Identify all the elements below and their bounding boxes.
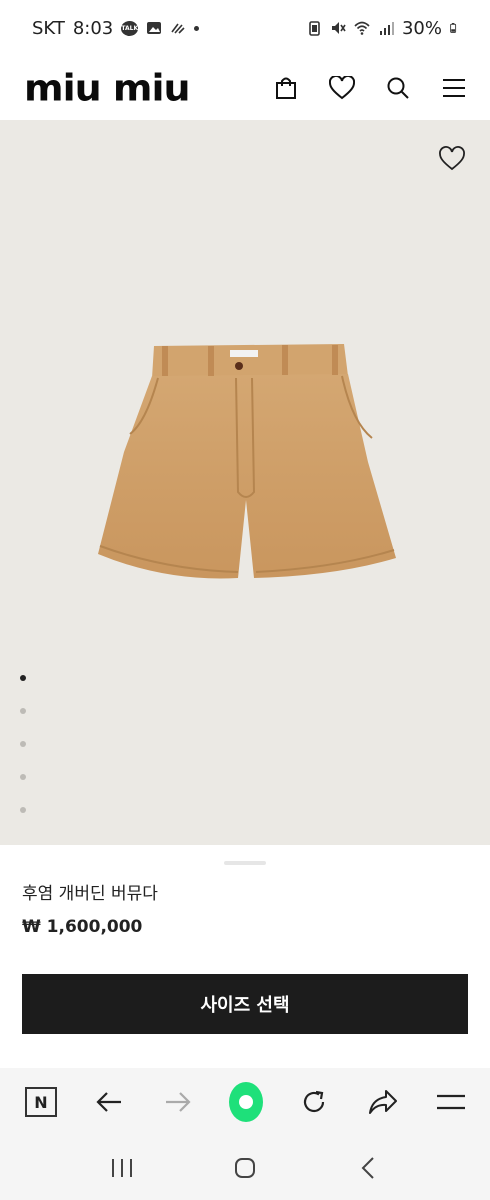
wifi-icon: [354, 21, 370, 35]
share-icon: [368, 1090, 397, 1114]
back-button[interactable]: [92, 1085, 126, 1119]
heart-icon: [439, 146, 465, 171]
battery-percent: 30%: [401, 17, 442, 39]
notification-dot-icon: [194, 25, 200, 31]
search-icon: [387, 77, 409, 99]
shorts-image: [98, 344, 396, 579]
heart-icon: [329, 76, 355, 100]
battery-icon: [450, 23, 457, 33]
status-time: 8:03: [72, 17, 114, 39]
drawer-handle[interactable]: [224, 861, 266, 865]
talk-icon: TALK: [121, 20, 139, 36]
product-name: 후염 개버딘 버뮤다: [22, 884, 158, 904]
carousel-dot[interactable]: [20, 675, 26, 681]
forward-arrow-icon: [165, 1092, 191, 1112]
header-actions: [272, 74, 468, 102]
home-button[interactable]: [228, 1082, 263, 1122]
menu-icon: [436, 1094, 465, 1110]
select-size-button[interactable]: 사이즈 선택: [22, 974, 468, 1034]
naver-icon: N: [25, 1087, 57, 1117]
status-bar: SKT 8:03 TALK 30%: [0, 0, 490, 56]
carrier-label: SKT: [32, 17, 65, 39]
refresh-icon: [304, 1090, 325, 1113]
system-nav-bar: [0, 1136, 490, 1200]
menu-button[interactable]: [440, 74, 468, 102]
product-gallery[interactable]: [0, 120, 490, 845]
recent-apps-button[interactable]: [107, 1153, 137, 1183]
browser-toolbar: N: [0, 1068, 490, 1136]
search-button[interactable]: [384, 74, 412, 102]
mute-icon: [331, 22, 346, 34]
back-arrow-icon: [96, 1092, 122, 1112]
carousel-dot[interactable]: [20, 774, 26, 780]
home-icon: [234, 1158, 255, 1178]
browser-menu-button[interactable]: [434, 1085, 468, 1119]
wishlist-button[interactable]: [328, 74, 356, 102]
product-info-panel: 후염 개버딘 버뮤다 ₩ 1,600,000 사이즈 선택: [0, 845, 490, 1065]
status-left: SKT 8:03 TALK: [32, 17, 200, 39]
forward-button[interactable]: [161, 1085, 195, 1119]
share-button[interactable]: [366, 1085, 400, 1119]
recent-apps-icon: [111, 1159, 132, 1177]
product-wishlist-button[interactable]: [438, 146, 466, 172]
carousel-dots: [20, 675, 26, 813]
signal-icon: [379, 22, 394, 35]
bag-icon: [276, 77, 296, 99]
refresh-button[interactable]: [297, 1085, 331, 1119]
naver-button[interactable]: N: [24, 1085, 58, 1119]
carousel-dot[interactable]: [20, 807, 26, 813]
home-icon: [228, 1082, 263, 1122]
product-price: ₩ 1,600,000: [22, 917, 143, 937]
gallery-icon: [147, 22, 162, 34]
status-right: 30%: [306, 18, 460, 39]
site-header: miu miu: [0, 56, 490, 120]
carousel-dot[interactable]: [20, 708, 26, 714]
carousel-dot[interactable]: [20, 741, 26, 747]
brand-logo[interactable]: miu miu: [24, 70, 191, 106]
battery-saver-icon: [309, 21, 320, 36]
bag-button[interactable]: [272, 74, 300, 102]
back-icon: [361, 1157, 375, 1179]
nav-home-button[interactable]: [230, 1153, 260, 1183]
drawing-icon: [171, 23, 185, 34]
nav-back-button[interactable]: [353, 1153, 383, 1183]
menu-icon: [443, 79, 465, 97]
